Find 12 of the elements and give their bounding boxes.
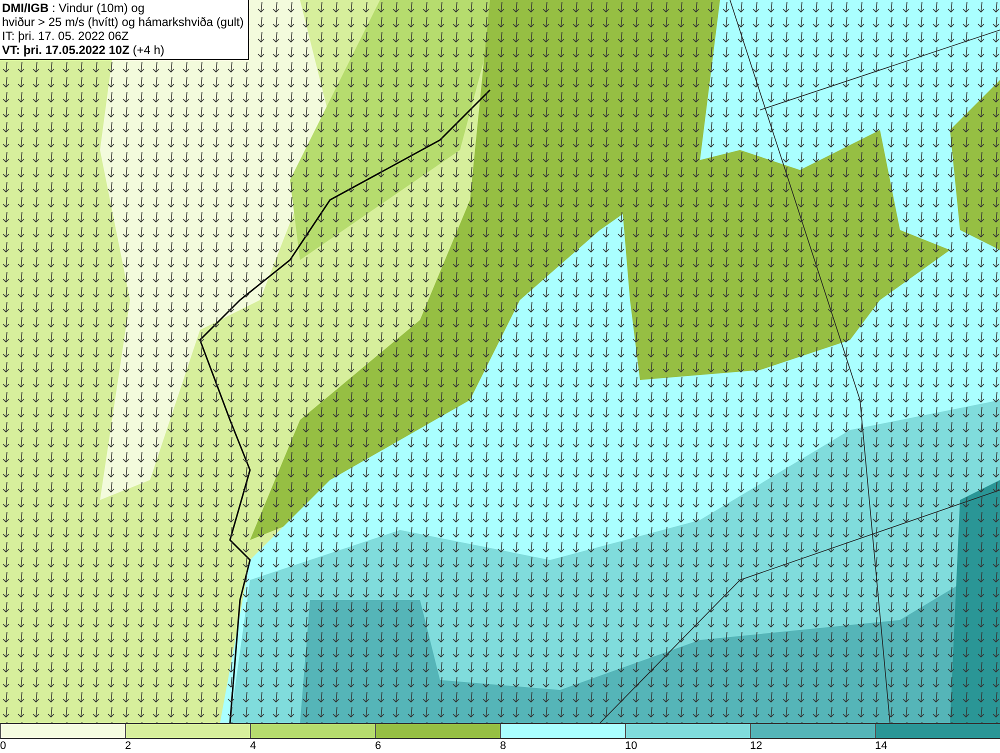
info-line: hviður > 25 m/s (hvítt) og hámarkshviða (gult) bbox=[2, 15, 244, 29]
scale-label: 4 bbox=[250, 740, 256, 752]
scale-label: 8 bbox=[500, 740, 506, 752]
scale-label: 14 bbox=[875, 740, 888, 752]
scale-label: 12 bbox=[750, 740, 762, 752]
scale-label: 10 bbox=[625, 740, 638, 752]
info-line: VT: þri. 17.05.2022 10Z (+4 h) bbox=[2, 43, 166, 57]
scale-label: 0 bbox=[0, 740, 6, 752]
info-line: DMI/IGB : Vindur (10m) og bbox=[2, 1, 146, 15]
scale-label: 6 bbox=[375, 740, 382, 752]
info-line: IT: þri. 17. 05. 2022 06Z bbox=[2, 29, 130, 43]
scale-label: 2 bbox=[125, 740, 132, 752]
